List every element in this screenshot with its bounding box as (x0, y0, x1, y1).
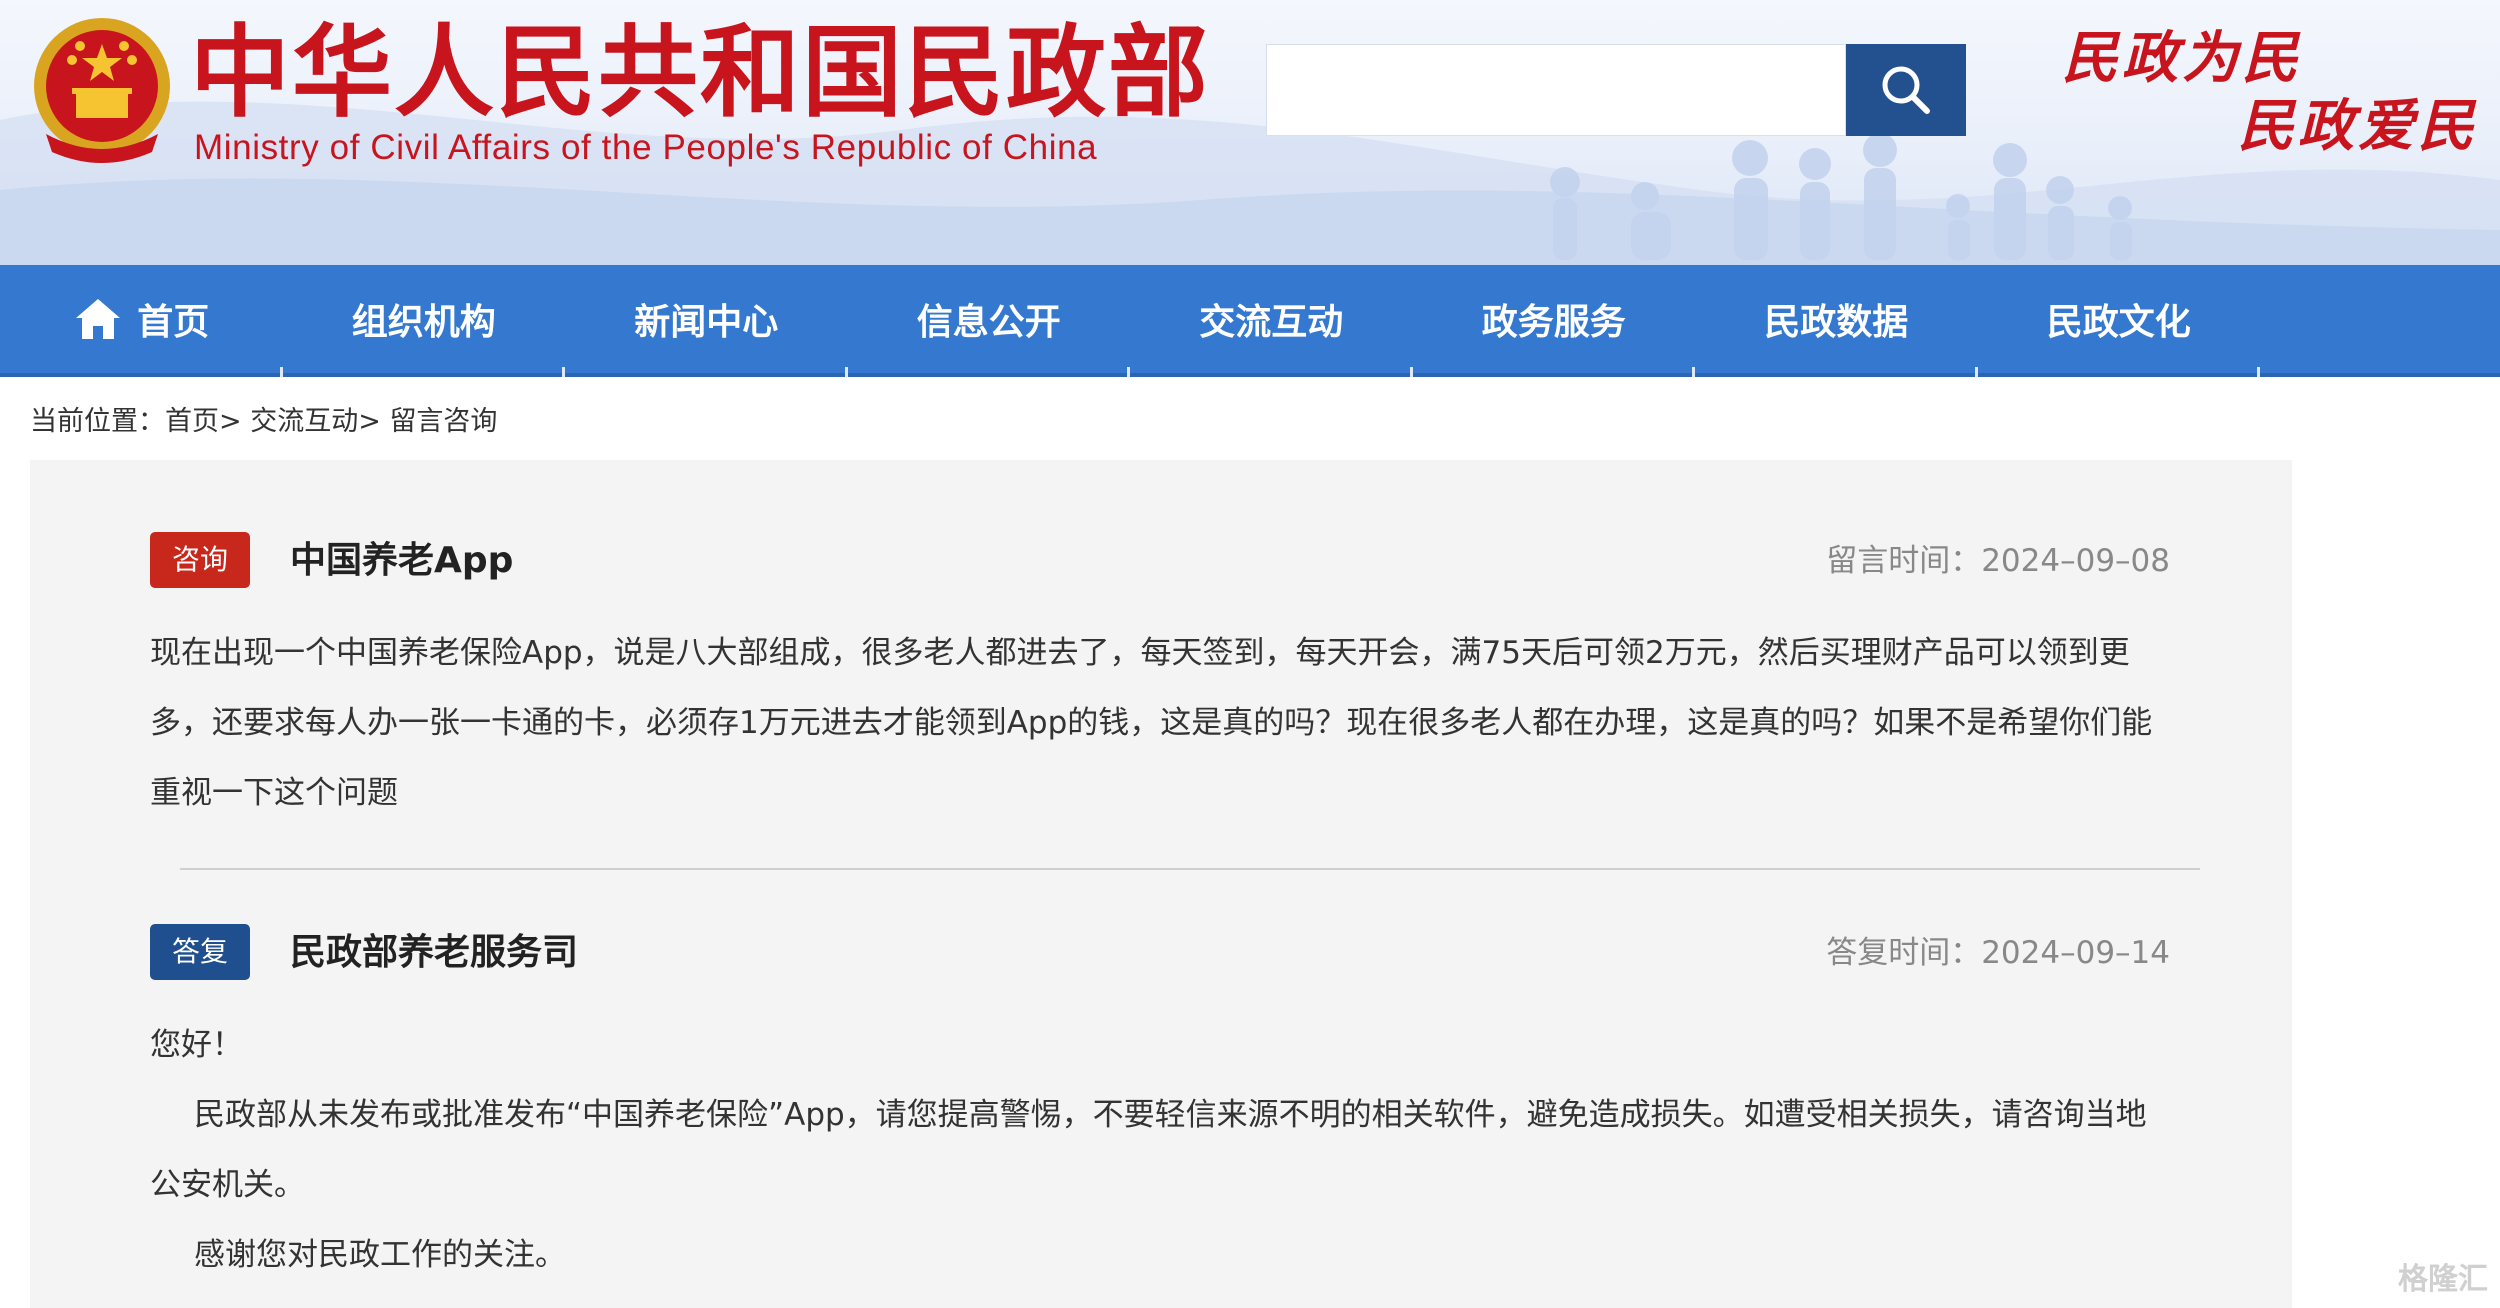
watermark: 格隆汇 (2398, 1262, 2488, 1297)
breadcrumb-separator: > (219, 406, 242, 437)
nav-item-data[interactable]: 民政数据 (1695, 265, 1978, 377)
search-input[interactable] (1266, 44, 1846, 136)
nav-item-label: 新闻中心 (634, 302, 779, 343)
nav-item-services[interactable]: 政务服务 (1413, 265, 1696, 377)
breadcrumb-separator: > (358, 406, 381, 437)
breadcrumb-link-interaction[interactable]: 交流互动 (250, 406, 358, 437)
question-header: 咨询 中国养老App 留言时间：2024–09–08 (150, 532, 2170, 612)
breadcrumb-link-consultation[interactable]: 留言咨询 (389, 406, 497, 437)
nav-item-label: 民政数据 (1764, 302, 1909, 343)
home-icon (76, 299, 121, 339)
question-body: 现在出现一个中国养老保险App，说是八大部组成，很多老人都进去了，每天签到，每天… (150, 635, 2153, 811)
site-header: 中华人民共和国民政部 Ministry of Civil Affairs of … (0, 0, 2500, 265)
site-subtitle: Ministry of Civil Affairs of the People'… (194, 128, 1098, 167)
national-emblem-icon (34, 18, 170, 163)
search-icon (1882, 66, 1930, 114)
answer-header: 答复 民政部养老服务司 答复时间：2024–09–14 (150, 924, 2170, 1004)
site-title: 中华人民共和国民政部 (190, 14, 1210, 131)
answer-title: 民政部养老服务司 (290, 932, 579, 973)
nav-item-interaction[interactable]: 交流互动 (1130, 265, 1413, 377)
nav-item-home[interactable]: 首页 (0, 265, 283, 377)
nav-item-culture[interactable]: 民政文化 (1978, 265, 2261, 377)
nav-item-news[interactable]: 新闻中心 (565, 265, 848, 377)
nav-item-label: 民政文化 (2046, 302, 2191, 343)
answer-body: 民政部从未发布或批准发布“中国养老保险”App，请您提高警惕，不要轻信来源不明的… (150, 1097, 2147, 1203)
nav-item-label: 交流互动 (1199, 302, 1344, 343)
breadcrumb-link-home[interactable]: 首页 (165, 406, 219, 437)
answer-closing: 感谢您对民政工作的关注。 (194, 1237, 566, 1273)
nav-item-label: 信息公开 (916, 302, 1061, 343)
slogan-line2: 民政爱民 (2238, 93, 2478, 159)
answer-greeting: 您好！ (150, 1027, 243, 1063)
nav-item-label: 政务服务 (1481, 302, 1626, 343)
nav-item-organization[interactable]: 组织机构 (283, 265, 566, 377)
message-card: 咨询 中国养老App 留言时间：2024–09–08 现在出现一个中国养老保险A… (30, 460, 2292, 1308)
search-button[interactable] (1846, 44, 1966, 136)
breadcrumb: 当前位置：首页> 交流互动> 留言咨询 (30, 400, 497, 444)
section-divider (180, 868, 2200, 870)
question-time: 留言时间：2024–09–08 (1826, 543, 2170, 579)
nav-item-label: 组织机构 (351, 302, 496, 343)
breadcrumb-prefix: 当前位置： (30, 406, 165, 437)
main-nav: 首页 组织机构 新闻中心 信息公开 交流互动 政务服务 民政数据 民政文化 (0, 265, 2500, 377)
answer-time: 答复时间：2024–09–14 (1826, 935, 2170, 971)
nav-item-label: 首页 (137, 302, 210, 343)
question-title: 中国养老App (290, 540, 514, 581)
consult-badge: 咨询 (150, 532, 250, 588)
slogan-line1: 民政为民 (2062, 25, 2302, 91)
nav-item-info-disclosure[interactable]: 信息公开 (848, 265, 1131, 377)
reply-badge: 答复 (150, 924, 250, 980)
